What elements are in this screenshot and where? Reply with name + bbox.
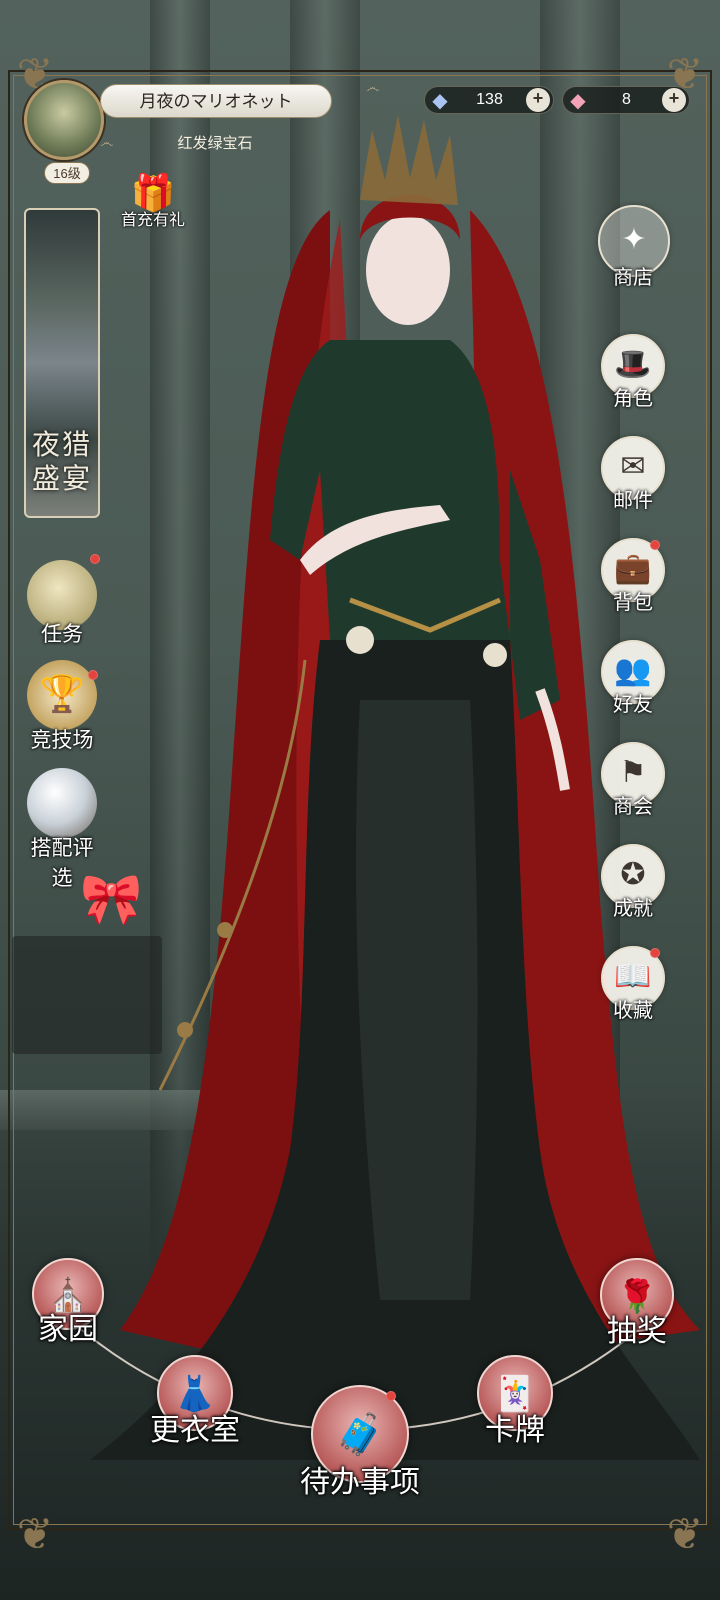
event-banner[interactable]: 夜猎 盛宴: [24, 208, 100, 518]
home-label: 家园: [38, 1312, 98, 1347]
player-avatar[interactable]: [24, 80, 104, 160]
crystal-amount: 138: [476, 91, 503, 108]
friends-label: 好友: [613, 692, 653, 716]
crystal-currency: ◆ 138 +: [424, 86, 554, 114]
guild-label: 商会: [613, 794, 653, 818]
collection-button[interactable]: 📖 收藏: [598, 946, 668, 1023]
achievement-button[interactable]: ✪ 成就: [598, 844, 668, 921]
first-charge-gift-button[interactable]: 🎁 首充有礼: [112, 172, 194, 230]
quest-button[interactable]: 任务: [22, 554, 102, 648]
frame-corner-ornament: ❦: [16, 1509, 54, 1560]
wardrobe-label: 更衣室: [150, 1413, 240, 1448]
achievement-label: 成就: [613, 896, 653, 920]
add-gem-button[interactable]: +: [662, 88, 686, 112]
notification-dot: [90, 554, 100, 564]
collection-label: 收藏: [613, 998, 653, 1022]
character-button[interactable]: 🎩 角色: [598, 334, 668, 411]
character-label: 角色: [613, 386, 653, 410]
arena-button[interactable]: 🏆 竞技场: [22, 660, 102, 754]
notification-dot: [386, 1391, 396, 1401]
cards-label: 卡牌: [485, 1413, 545, 1448]
notification-dot: [88, 670, 98, 680]
friends-button[interactable]: 👥 好友: [598, 640, 668, 717]
ribbon-bow-decoration: 🎀: [80, 870, 143, 928]
notification-dot: [650, 540, 660, 550]
gift-label: 首充有礼: [120, 210, 185, 229]
trophy-icon: 🏆: [27, 660, 97, 730]
quest-label: 任务: [41, 622, 83, 646]
player-name-plate[interactable]: 月夜のマリオネット: [100, 84, 332, 118]
guild-button[interactable]: ⚑ 商会: [598, 742, 668, 819]
todo-nav-button[interactable]: 🧳 待办事项: [290, 1385, 430, 1501]
gacha-nav-button[interactable]: 🌹 抽奖: [592, 1258, 682, 1350]
crystal-icon: ◆: [432, 88, 448, 112]
chat-box[interactable]: [12, 936, 162, 1054]
mail-label: 邮件: [613, 488, 653, 512]
mail-button[interactable]: ✉ 邮件: [598, 436, 668, 513]
home-nav-button[interactable]: ⛪ 家园: [28, 1258, 108, 1348]
gem-icon: ◆: [570, 88, 586, 112]
crystal-ball-icon: [27, 768, 97, 838]
wardrobe-nav-button[interactable]: 👗 更衣室: [140, 1355, 250, 1449]
shop-button[interactable]: ✦ 商店: [598, 205, 670, 290]
shop-label: 商店: [613, 265, 653, 289]
add-crystal-button[interactable]: +: [526, 88, 550, 112]
notification-dot: [650, 948, 660, 958]
swirl-ornament-icon: ෴: [366, 80, 380, 96]
todo-label: 待办事项: [300, 1465, 420, 1500]
frame-corner-ornament: ❦: [666, 1509, 704, 1560]
event-banner-title: 夜猎 盛宴: [31, 428, 92, 495]
backpack-label: 背包: [613, 590, 653, 614]
backpack-button[interactable]: 💼 背包: [598, 538, 668, 615]
gacha-label: 抽奖: [607, 1314, 667, 1349]
gem-currency: ◆ 8 +: [562, 86, 690, 114]
player-level-badge: 16级: [44, 162, 90, 184]
cards-nav-button[interactable]: 🃏 卡牌: [470, 1355, 560, 1449]
arena-label: 竞技场: [30, 728, 94, 752]
player-title: 红发绿宝石: [177, 134, 253, 152]
gem-amount: 8: [622, 91, 631, 108]
